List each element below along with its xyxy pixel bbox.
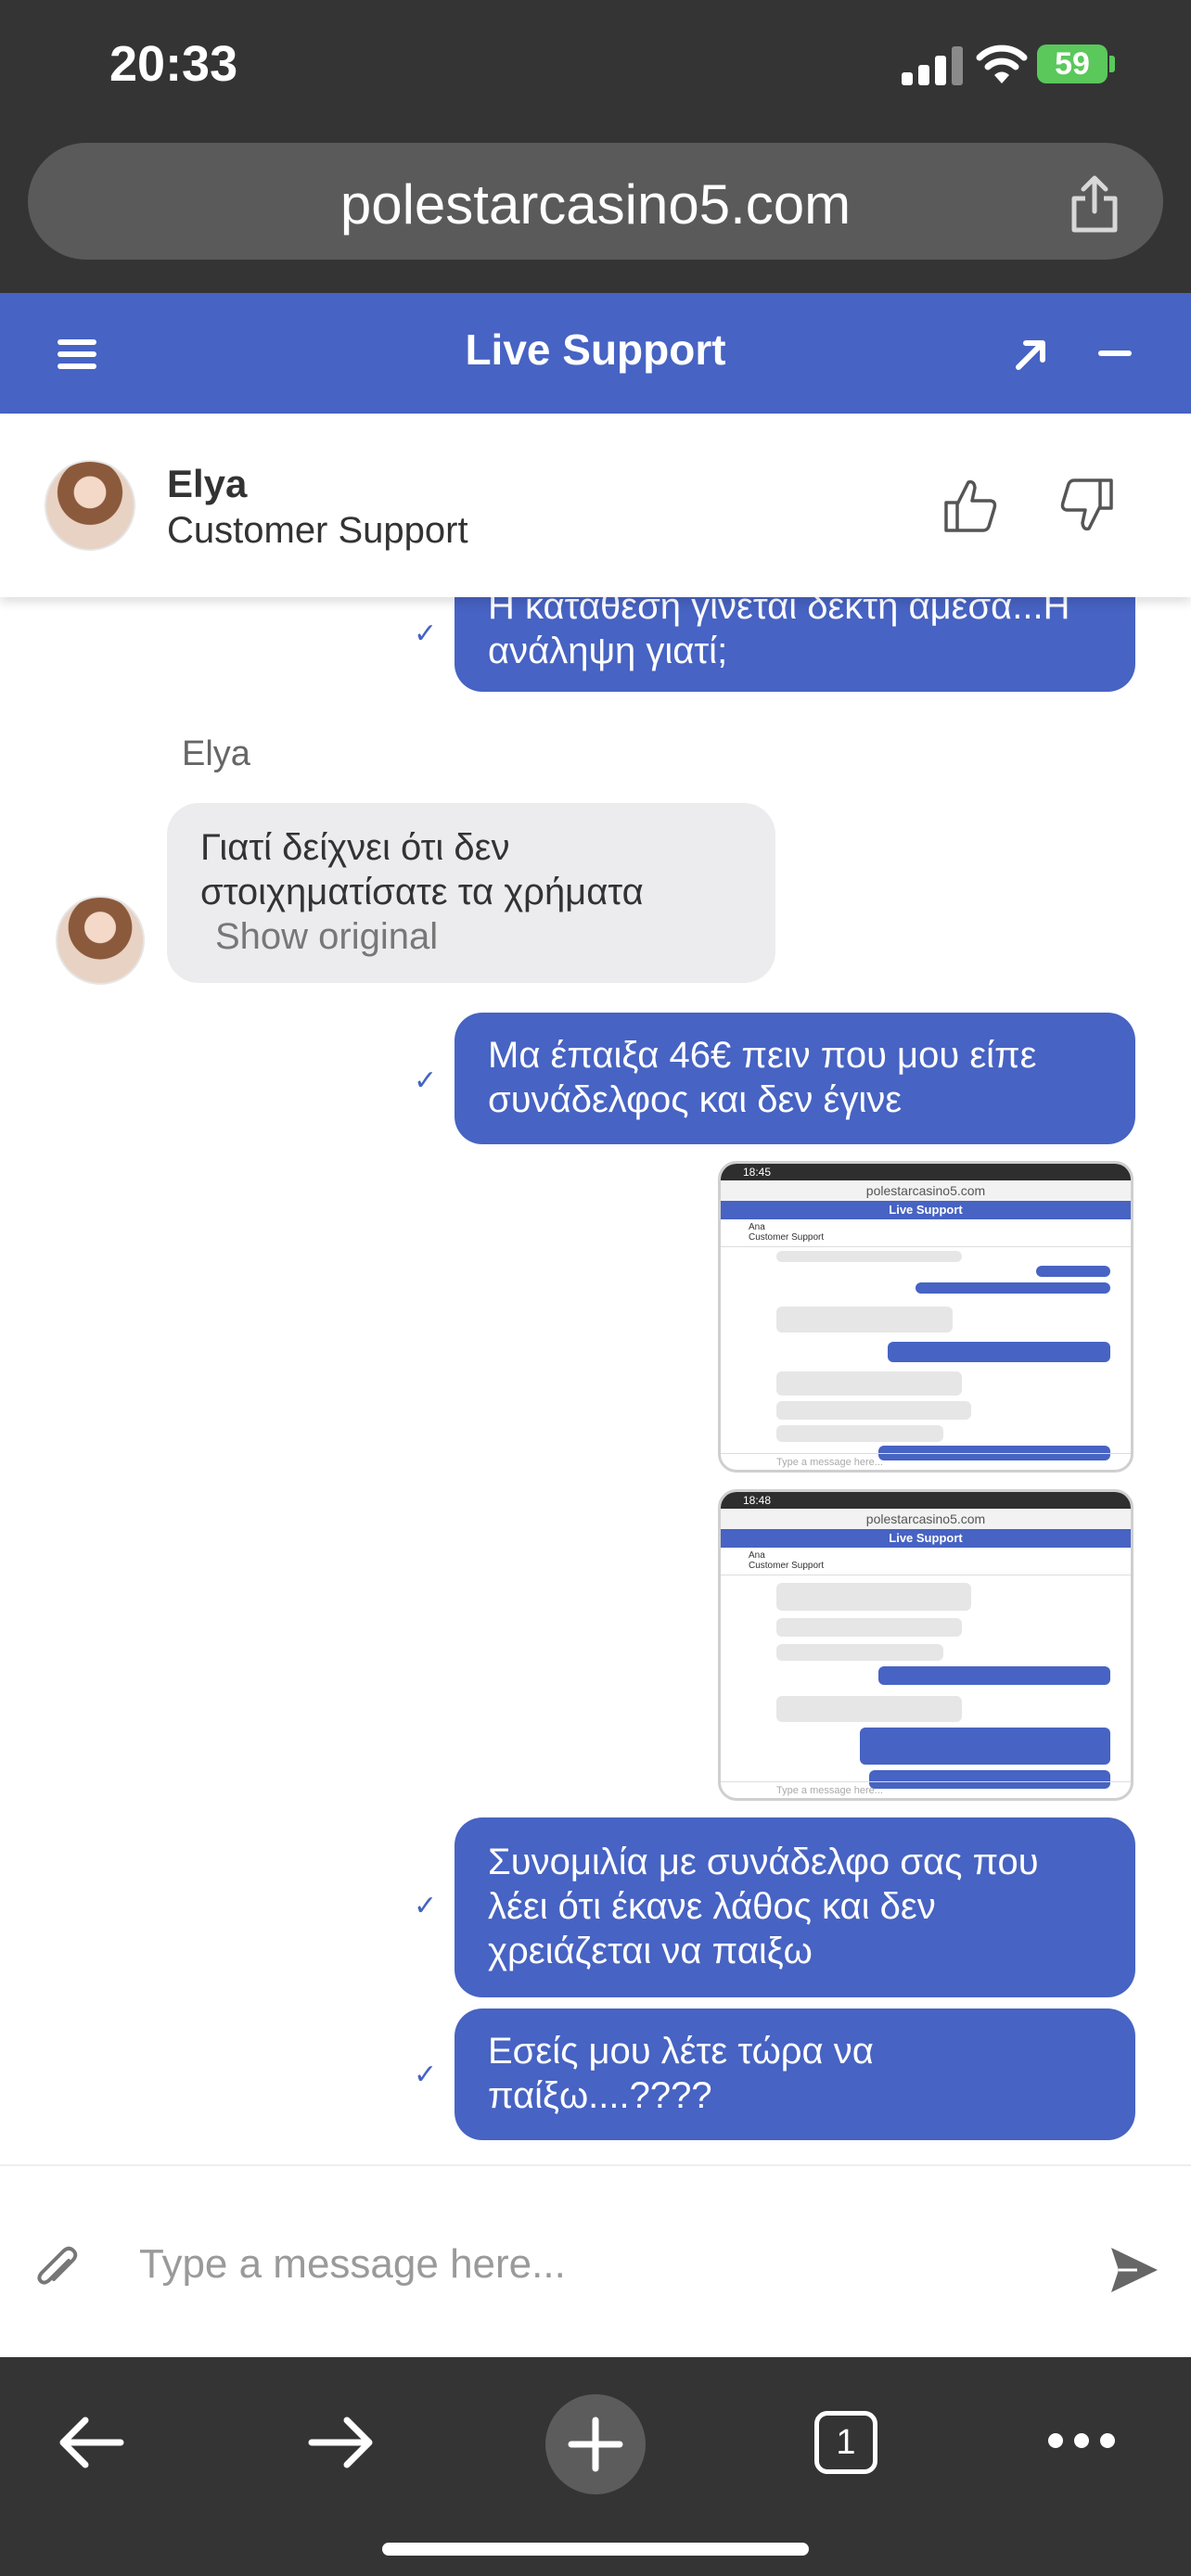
browser-chrome: polestarcasino5.com [0,130,1191,293]
screenshot-agent: Ana Customer Support [721,1219,1131,1247]
outgoing-message: Εσείς μου λέτε τώρα να παίξω....???? [455,2009,1135,2140]
thumbs-down-icon[interactable] [1057,477,1115,534]
outgoing-message: Μα έπαιξα 46€ πειν που μου είπε συνάδελφ… [455,1013,1135,1144]
more-icon[interactable] [1048,2433,1115,2448]
paperclip-icon[interactable] [35,2244,78,2292]
cellular-signal-icon [902,45,968,85]
agent-message-avatar [56,896,145,985]
home-indicator [382,2543,809,2556]
delivered-check-icon: ✓ [414,1065,438,1096]
delivered-check-icon: ✓ [414,1891,438,1921]
plus-icon [568,2417,623,2472]
delivered-check-icon: ✓ [414,2060,438,2090]
expand-icon[interactable] [1013,336,1050,373]
screenshot-agent-name: Ana [749,1222,765,1232]
incoming-message-text: Γιατί δείχνει ότι δεν στοιχηματίσατε τα … [200,827,644,912]
attached-screenshot[interactable]: 18:48 polestarcasino5.com Live Support A… [718,1489,1133,1801]
agent-role: Customer Support [167,510,468,551]
screenshot-status-time: 18:48 [721,1492,1131,1509]
incoming-message: Γιατί δείχνει ότι δεν στοιχηματίσατε τα … [167,803,775,983]
address-bar[interactable]: polestarcasino5.com [28,143,1163,260]
screenshot-url: polestarcasino5.com [721,1509,1131,1529]
status-bar: 20:33 59 [0,0,1191,130]
attached-screenshot[interactable]: 18:45 polestarcasino5.com Live Support A… [718,1161,1133,1473]
status-time: 20:33 [109,36,238,92]
agent-name: Elya [167,462,248,505]
agent-avatar [45,460,135,551]
url-text: polestarcasino5.com [339,173,852,236]
screenshot-agent-role: Customer Support [749,1561,825,1571]
screenshot-header: Live Support [721,1201,1131,1219]
screenshot-agent-role: Customer Support [749,1232,825,1243]
screenshot-body [721,1575,1131,1789]
screenshot-body [721,1247,1131,1460]
screenshot-input: Type a message here... [721,1453,1131,1470]
outgoing-message: Συνομιλία με συνάδελφο σας που λέει ότι … [455,1817,1135,1997]
outgoing-message: Η κατάθεση γίνεται δεκτή άμεσα...Η ανάλη… [455,597,1135,692]
screenshot-header: Live Support [721,1529,1131,1548]
live-support-header: Live Support [0,293,1191,414]
agent-bar: Elya Customer Support [0,414,1191,597]
battery-indicator: 59 [1037,45,1108,83]
screenshot-status-time: 18:45 [721,1164,1131,1180]
delivered-check-icon: ✓ [414,618,438,649]
share-icon[interactable] [1067,174,1122,234]
screenshot-agent: Ana Customer Support [721,1548,1131,1575]
message-input[interactable] [137,2231,1031,2298]
chat-area[interactable]: ✓ Η κατάθεση γίνεται δεκτή άμεσα...Η ανά… [0,597,1191,2164]
show-original-link[interactable]: Show original [200,914,742,959]
sender-name: Elya [182,734,250,773]
message-composer [0,2164,1191,2359]
back-arrow-icon[interactable] [58,2415,124,2470]
new-tab-button[interactable] [545,2394,646,2494]
screenshot-agent-name: Ana [749,1550,765,1561]
wifi-icon [976,45,1028,83]
tabs-button[interactable]: 1 [814,2411,877,2474]
browser-toolbar: 1 [0,2357,1191,2576]
send-icon[interactable] [1109,2246,1159,2294]
minimize-icon[interactable] [1098,351,1132,356]
battery-nub [1109,56,1115,72]
screenshot-input: Type a message here... [721,1781,1131,1798]
forward-arrow-icon[interactable] [308,2415,375,2470]
thumbs-up-icon[interactable] [942,477,1000,534]
screenshot-url: polestarcasino5.com [721,1180,1131,1201]
